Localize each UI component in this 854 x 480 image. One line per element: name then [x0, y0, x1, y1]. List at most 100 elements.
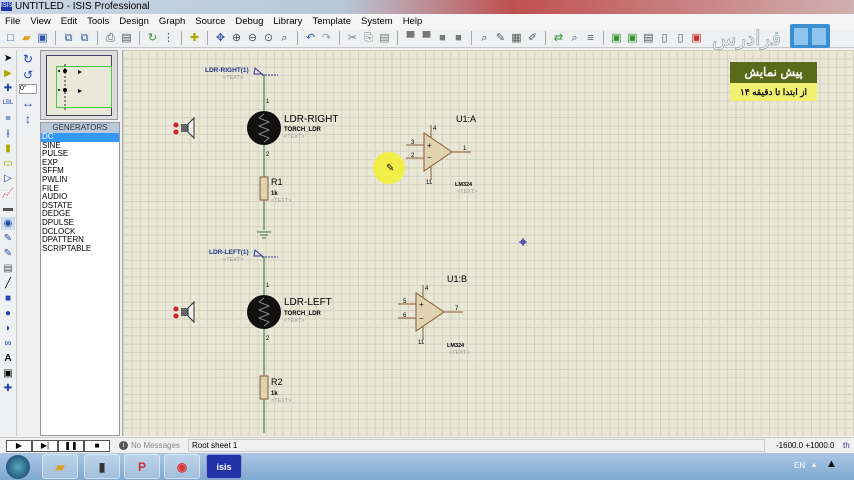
step-button[interactable]: ▶| — [32, 440, 58, 452]
text-script-icon[interactable]: ≣ — [1, 112, 15, 125]
language-indicator[interactable]: EN — [794, 461, 805, 470]
symbol-icon[interactable]: ▣ — [1, 367, 15, 380]
pan-icon[interactable]: ✥ — [214, 32, 227, 45]
generator-icon[interactable]: ◉ — [1, 217, 15, 230]
menu-view[interactable]: View — [25, 14, 55, 29]
block-move-icon[interactable]: ▀ — [420, 32, 433, 45]
property-tool-icon[interactable]: ≡ — [584, 32, 597, 45]
buses-icon[interactable]: ⫲ — [1, 127, 15, 140]
menu-template[interactable]: Template — [307, 14, 356, 29]
marker-icon[interactable]: ✚ — [1, 382, 15, 395]
virtual-instruments-icon[interactable]: ▤ — [1, 262, 15, 275]
start-button[interactable] — [6, 455, 30, 479]
current-probe-icon[interactable]: ✎ — [1, 247, 15, 260]
component-mode-icon[interactable]: ▶ — [1, 67, 15, 80]
exit-parent-icon[interactable]: ▤ — [642, 32, 655, 45]
units[interactable]: th — [843, 441, 850, 450]
graph-icon[interactable]: 📈 — [1, 187, 15, 200]
pause-button[interactable]: ❚❚ — [58, 440, 84, 452]
network-tray-icon[interactable]: ▲ — [826, 458, 837, 470]
zoom-all-icon[interactable]: ⊙ — [262, 32, 275, 45]
messages-status[interactable]: No Messages — [131, 441, 180, 450]
decompose-icon[interactable]: ✐ — [526, 32, 539, 45]
wire-label-icon[interactable]: LBL — [1, 97, 15, 110]
resistor-r2[interactable] — [259, 375, 269, 400]
new-icon[interactable]: □ — [4, 32, 17, 45]
menu-system[interactable]: System — [356, 14, 398, 29]
overview-window[interactable] — [40, 50, 118, 120]
make-device-icon[interactable]: ✎ — [494, 32, 507, 45]
u1b-opamp[interactable]: +− U1:B 4 5 6 11 7 LM324 <TEXT> — [398, 274, 469, 356]
wire-autorouter-icon[interactable]: ⇄ — [552, 32, 565, 45]
cut-icon[interactable]: ✂ — [346, 32, 359, 45]
isis-taskbar-icon[interactable]: isis — [206, 454, 242, 479]
copy-icon[interactable]: ⎘ — [362, 32, 375, 45]
device-selector[interactable]: GENERATORS DC SINE PULSE EXP SFFM PWLIN … — [40, 122, 120, 436]
menu-file[interactable]: File — [0, 14, 25, 29]
menu-help[interactable]: Help — [398, 14, 428, 29]
device-pins-icon[interactable]: ▷ — [1, 172, 15, 185]
subcircuit-icon[interactable]: ▮ — [1, 142, 15, 155]
block-rotate-icon[interactable]: ■ — [436, 32, 449, 45]
chrome-taskbar-icon[interactable]: ◉ — [164, 454, 200, 479]
pick-device-icon[interactable]: ⌕ — [478, 32, 491, 45]
terminals-icon[interactable]: ▭ — [1, 157, 15, 170]
tape-recorder-icon[interactable]: ▬ — [1, 202, 15, 215]
rotation-angle-field[interactable]: 0° — [19, 84, 37, 94]
voltage-probe-icon[interactable]: ✎ — [1, 232, 15, 245]
camera-app-taskbar-icon[interactable]: ▮ — [84, 454, 120, 479]
junction-dot-icon[interactable]: ✚ — [1, 82, 15, 95]
print-icon[interactable]: ⎙ — [104, 32, 117, 45]
rotate-cw-icon[interactable]: ↻ — [21, 52, 35, 66]
grid-icon[interactable]: ⋮ — [162, 32, 175, 45]
menu-debug[interactable]: Debug — [230, 14, 268, 29]
erc-icon[interactable]: ▯ — [674, 32, 687, 45]
menu-source[interactable]: Source — [190, 14, 230, 29]
u1a-opamp[interactable]: +− U1:A 4 3 2 11 1 LM324 <TEXT> — [406, 114, 477, 195]
menu-tools[interactable]: Tools — [82, 14, 114, 29]
rotate-ccw-icon[interactable]: ↺ — [21, 68, 35, 82]
origin-icon[interactable]: ✚ — [188, 32, 201, 45]
block-delete-icon[interactable]: ■ — [452, 32, 465, 45]
zoom-out-icon[interactable]: ⊖ — [246, 32, 259, 45]
flip-horizontal-icon[interactable]: ↔ — [21, 96, 35, 110]
menu-design[interactable]: Design — [114, 14, 154, 29]
zoom-area-icon[interactable]: ⌕ — [278, 32, 291, 45]
paste-icon[interactable]: ▤ — [378, 32, 391, 45]
import-icon[interactable]: ⧉ — [62, 32, 75, 45]
stop-button[interactable]: ■ — [84, 440, 110, 452]
path-icon[interactable]: ∞ — [1, 337, 15, 350]
text-icon[interactable]: A — [1, 352, 15, 365]
refresh-icon[interactable]: ↻ — [146, 32, 159, 45]
arc-icon[interactable]: ◗ — [1, 322, 15, 335]
zoom-in-icon[interactable]: ⊕ — [230, 32, 243, 45]
new-sheet-icon[interactable]: ▣ — [610, 32, 623, 45]
resistor-r1[interactable] — [259, 176, 269, 201]
bom-icon[interactable]: ▯ — [658, 32, 671, 45]
block-copy-icon[interactable]: ▀ — [404, 32, 417, 45]
powerpoint-taskbar-icon[interactable]: P — [124, 454, 160, 479]
circle-icon[interactable]: ● — [1, 307, 15, 320]
device-item-scriptable[interactable]: SCRIPTABLE — [41, 244, 119, 254]
box-icon[interactable]: ■ — [1, 292, 15, 305]
open-icon[interactable]: ▰ — [20, 32, 33, 45]
menu-edit[interactable]: Edit — [56, 14, 82, 29]
search-tag-icon[interactable]: ⌕ — [568, 32, 581, 45]
schematic-canvas[interactable]: LDR-RIGHT(1) <TEXT> 1 2 LDR-RIGHT TORCH_… — [122, 50, 854, 436]
export-icon[interactable]: ⧉ — [78, 32, 91, 45]
play-button[interactable]: ▶ — [6, 440, 32, 452]
explorer-taskbar-icon[interactable]: ▰ — [42, 454, 78, 479]
menu-library[interactable]: Library — [268, 14, 307, 29]
packaging-icon[interactable]: ▦ — [510, 32, 523, 45]
netlist-ares-icon[interactable]: ▣ — [690, 32, 703, 45]
redo-icon[interactable]: ↷ — [320, 32, 333, 45]
save-icon[interactable]: ▣ — [36, 32, 49, 45]
flip-vertical-icon[interactable]: ↕ — [21, 112, 35, 126]
menu-graph[interactable]: Graph — [154, 14, 190, 29]
tray-expand-icon[interactable]: ▴ — [812, 460, 816, 469]
print-area-icon[interactable]: ▤ — [120, 32, 133, 45]
remove-sheet-icon[interactable]: ▣ — [626, 32, 639, 45]
undo-icon[interactable]: ↶ — [304, 32, 317, 45]
selection-mode-icon[interactable]: ➤ — [1, 52, 15, 65]
line-icon[interactable]: ╱ — [1, 277, 15, 290]
